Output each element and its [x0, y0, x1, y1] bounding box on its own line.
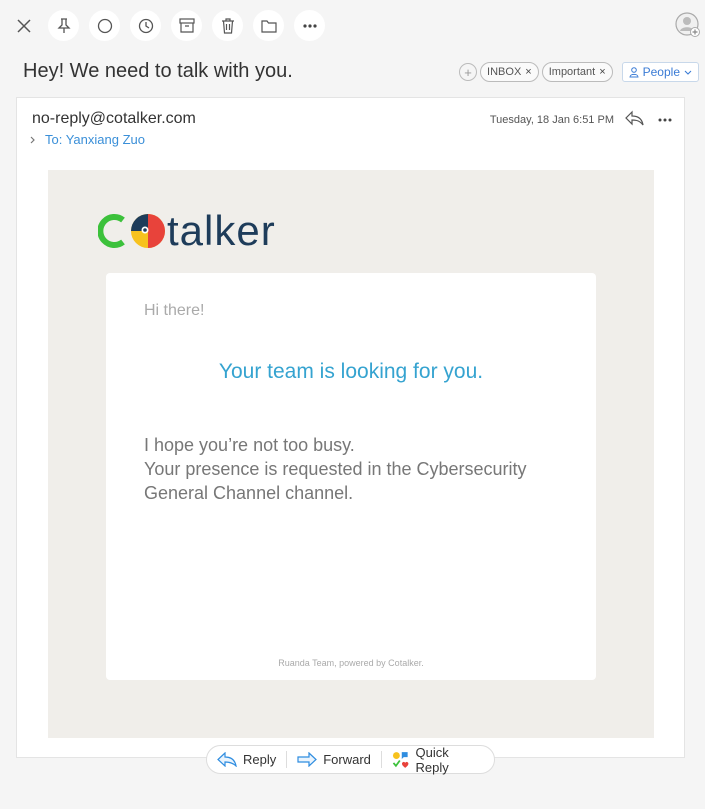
emoji-icon	[392, 751, 409, 768]
circle-icon	[97, 18, 112, 33]
message-line: Your presence is requested in the Cybers…	[144, 459, 527, 503]
chevron-right-icon[interactable]	[29, 135, 37, 145]
message-card: no-reply@cotalker.com To: Yanxiang Zuo T…	[16, 97, 685, 758]
message-more-button[interactable]	[658, 109, 672, 125]
snooze-button[interactable]	[130, 10, 161, 41]
tag-label: INBOX	[487, 66, 522, 78]
greeting: Hi there!	[144, 302, 205, 319]
toolbar	[0, 0, 705, 52]
cotalker-logo: talker	[98, 208, 276, 254]
move-button[interactable]	[253, 10, 284, 41]
subject-row: Hey! We need to talk with you. + INBOX ×…	[0, 52, 705, 92]
reply-button[interactable]	[624, 110, 644, 131]
trash-icon	[221, 17, 234, 34]
message-date: Tuesday, 18 Jan 6:51 PM	[489, 114, 614, 126]
forward-action[interactable]: Forward	[287, 746, 381, 773]
folder-icon	[260, 19, 277, 33]
cotalker-logo-mark	[98, 214, 165, 248]
message-line: I hope you’re not too busy.	[144, 435, 355, 455]
content-card: Hi there! Your team is looking for you. …	[106, 273, 596, 680]
recipients-label: To: Yanxiang Zuo	[45, 132, 145, 147]
reply-icon	[217, 752, 237, 767]
logo-text: talker	[167, 207, 276, 254]
quick-reply-label: Quick Reply	[415, 744, 449, 775]
add-tag-button[interactable]: +	[459, 63, 478, 81]
delete-button[interactable]	[212, 10, 243, 41]
email-body: talker Hi there! Your team is looking fo…	[48, 170, 654, 738]
clock-icon	[138, 18, 153, 33]
reply-label: Reply	[243, 752, 277, 767]
more-icon	[302, 23, 317, 28]
footer-note: Ruanda Team, powered by Cotalker.	[278, 658, 424, 668]
people-label: People	[642, 65, 680, 79]
more-icon	[658, 118, 672, 122]
reply-icon	[625, 110, 644, 126]
forward-label: Forward	[323, 752, 371, 767]
recipients-row[interactable]: To: Yanxiang Zuo	[29, 132, 145, 147]
pin-icon	[56, 17, 71, 33]
message-text: I hope you’re not too busy. Your presenc…	[144, 433, 574, 505]
tag-inbox[interactable]: INBOX ×	[480, 62, 539, 82]
headline: Your team is looking for you.	[218, 360, 484, 383]
tag-label: Important	[548, 66, 596, 78]
sender-address[interactable]: no-reply@cotalker.com	[32, 110, 196, 128]
remove-tag-icon[interactable]: ×	[599, 66, 605, 78]
reply-action[interactable]: Reply	[207, 746, 286, 773]
close-icon	[16, 18, 31, 33]
remove-tag-icon[interactable]: ×	[525, 66, 531, 78]
quick-reply-action[interactable]: Quick Reply	[382, 744, 494, 775]
mark-unread-button[interactable]	[89, 10, 120, 41]
person-icon	[629, 66, 639, 77]
pin-button[interactable]	[48, 10, 79, 41]
close-button[interactable]	[8, 10, 39, 41]
message-subject: Hey! We need to talk with you.	[23, 60, 293, 82]
tag-list: + INBOX × Important × People	[459, 62, 699, 82]
more-button[interactable]	[294, 10, 325, 41]
contact-button[interactable]	[675, 12, 701, 38]
people-button[interactable]: People	[621, 62, 699, 82]
chevron-down-icon	[684, 70, 692, 75]
archive-button[interactable]	[171, 10, 202, 41]
reply-action-bar: Reply Forward Quick Reply	[206, 744, 495, 775]
tag-important[interactable]: Important ×	[541, 62, 613, 82]
forward-icon	[297, 752, 318, 767]
add-contact-icon	[675, 12, 700, 37]
archive-icon	[178, 18, 195, 33]
